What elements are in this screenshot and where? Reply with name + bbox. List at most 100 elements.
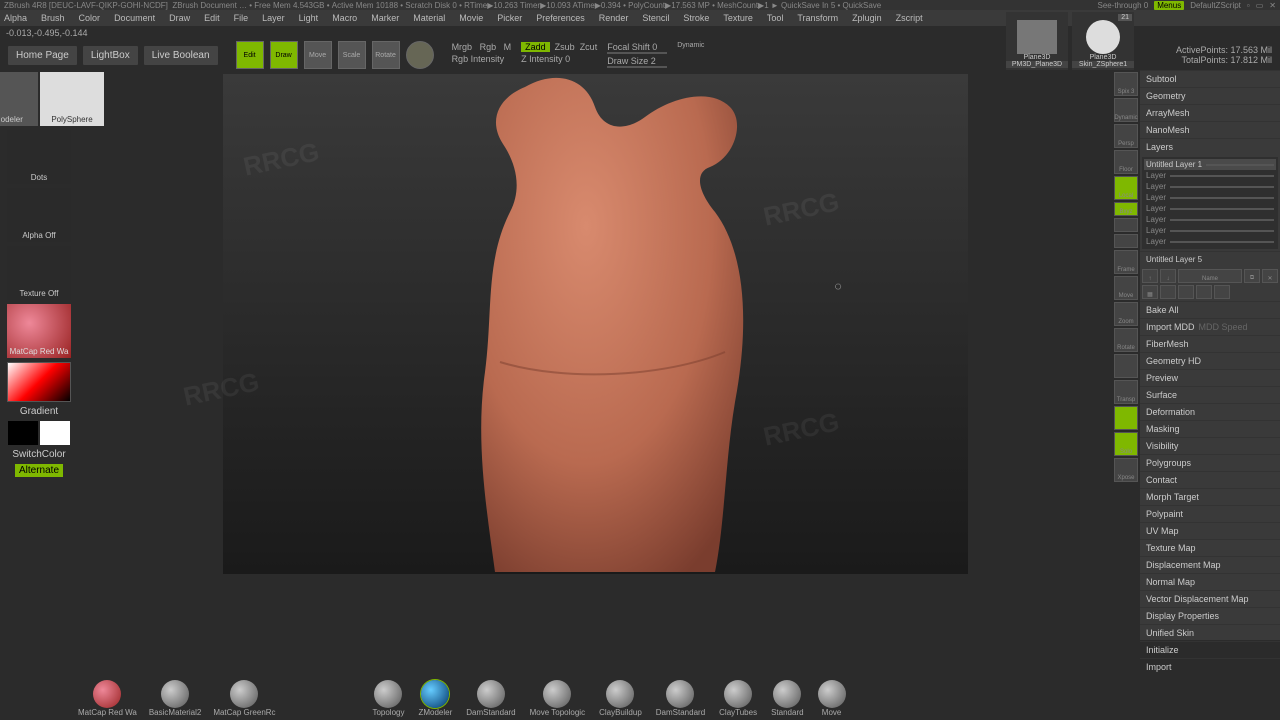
gizmo-icon[interactable] xyxy=(406,41,434,69)
fibermesh-section[interactable]: FiberMesh xyxy=(1140,335,1280,352)
import-mdd-button[interactable]: Import MDD xyxy=(1146,322,1195,332)
alpha-thumb[interactable]: Alpha Off xyxy=(7,188,71,242)
ghost-icon[interactable] xyxy=(1114,406,1138,430)
brush-damstandard2[interactable]: DamStandard xyxy=(656,680,705,717)
mrgb-button[interactable]: Mrgb xyxy=(452,42,473,52)
texture-thumb[interactable]: Texture Off xyxy=(7,246,71,300)
visibility-section[interactable]: Visibility xyxy=(1140,437,1280,454)
initialize-section[interactable]: Initialize xyxy=(1140,641,1280,658)
brush-movetopo[interactable]: Move Topologic xyxy=(530,680,585,717)
menu-light[interactable]: Light xyxy=(299,13,319,23)
stroke-thumb[interactable]: Dots xyxy=(7,130,71,184)
menu-zplugin[interactable]: Zplugin xyxy=(852,13,882,23)
arraymesh-section[interactable]: ArrayMesh xyxy=(1140,104,1280,121)
normalmap-section[interactable]: Normal Map xyxy=(1140,573,1280,590)
maximize-icon[interactable]: ▭ xyxy=(1256,1,1264,10)
focal-shift[interactable]: Focal Shift 0 xyxy=(607,42,657,52)
z-intensity[interactable]: Z Intensity 0 xyxy=(521,54,597,64)
layer-row[interactable]: Layer xyxy=(1144,170,1276,181)
menu-alpha[interactable]: Alpha xyxy=(4,13,27,23)
zadd-button[interactable]: Zadd xyxy=(521,42,550,52)
mat-basic[interactable]: BasicMaterial2 xyxy=(149,680,201,717)
spix-icon[interactable]: Spix 3 xyxy=(1114,72,1138,96)
texturemap-section[interactable]: Texture Map xyxy=(1140,539,1280,556)
axis1-icon[interactable] xyxy=(1114,218,1138,232)
tool-polysphere[interactable]: PolySphere xyxy=(40,72,104,126)
menu-draw[interactable]: Draw xyxy=(169,13,190,23)
subtool-section[interactable]: Subtool xyxy=(1140,70,1280,87)
brush-zmodeler[interactable]: ZModeler xyxy=(418,680,452,717)
mode-scale-icon[interactable]: Scale xyxy=(338,41,366,69)
menu-edit[interactable]: Edit xyxy=(204,13,220,23)
displayprops-section[interactable]: Display Properties xyxy=(1140,607,1280,624)
lightbox-button[interactable]: LightBox xyxy=(83,46,138,65)
menu-file[interactable]: File xyxy=(234,13,249,23)
minimize-icon[interactable]: ▫ xyxy=(1247,1,1250,10)
vdispmap-section[interactable]: Vector Displacement Map xyxy=(1140,590,1280,607)
swatch-secondary[interactable] xyxy=(8,421,38,445)
zsub-button[interactable]: Zsub xyxy=(555,42,575,52)
menu-document[interactable]: Document xyxy=(114,13,155,23)
bxyz-icon[interactable]: Bxyz xyxy=(1114,202,1138,216)
persp-icon[interactable]: Persp xyxy=(1114,124,1138,148)
layer-row[interactable]: Untitled Layer 1 xyxy=(1144,159,1276,170)
menu-color[interactable]: Color xyxy=(79,13,101,23)
brush-claytubes[interactable]: ClayTubes xyxy=(719,680,757,717)
mode-rotate-icon[interactable]: Rotate xyxy=(372,41,400,69)
menu-picker[interactable]: Picker xyxy=(497,13,522,23)
brush-damstandard[interactable]: DamStandard xyxy=(466,680,515,717)
menu-layer[interactable]: Layer xyxy=(262,13,285,23)
layer-row[interactable]: Layer xyxy=(1144,203,1276,214)
material-thumb[interactable]: MatCap Red Wa xyxy=(7,304,71,358)
masking-section[interactable]: Masking xyxy=(1140,420,1280,437)
floor-icon[interactable]: Floor xyxy=(1114,150,1138,174)
close-icon[interactable]: ✕ xyxy=(1269,1,1276,10)
morphtarget-section[interactable]: Morph Target xyxy=(1140,488,1280,505)
brush-move[interactable]: Move xyxy=(818,680,846,717)
layer-row[interactable]: Layer xyxy=(1144,236,1276,247)
xpose-icon[interactable]: Xpose xyxy=(1114,458,1138,482)
mat-redwax[interactable]: MatCap Red Wa xyxy=(78,680,137,717)
mode-draw-icon[interactable]: Draw xyxy=(270,41,298,69)
quicksave-button[interactable]: QuickSave xyxy=(843,1,882,10)
frame-icon[interactable]: Frame xyxy=(1114,250,1138,274)
axis2-icon[interactable] xyxy=(1114,234,1138,248)
contact-section[interactable]: Contact xyxy=(1140,471,1280,488)
menu-transform[interactable]: Transform xyxy=(797,13,838,23)
switchcolor-button[interactable]: SwitchColor xyxy=(12,449,65,460)
move-icon[interactable]: Move xyxy=(1114,276,1138,300)
preview-section[interactable]: Preview xyxy=(1140,369,1280,386)
solo-icon[interactable]: Solo xyxy=(1114,432,1138,456)
layer-row[interactable]: Layer xyxy=(1144,225,1276,236)
menu-brush[interactable]: Brush xyxy=(41,13,65,23)
subtool-thumb[interactable]: 21 Plane3D Skin_ZSphere1 xyxy=(1072,12,1134,70)
tool-zmodeler[interactable]: ZModeler xyxy=(0,72,38,126)
layer-dup-icon[interactable]: ⧉ xyxy=(1244,269,1260,283)
import-section[interactable]: Import xyxy=(1140,658,1280,675)
menu-stroke[interactable]: Stroke xyxy=(683,13,709,23)
brush-standard[interactable]: Standard xyxy=(771,680,803,717)
menu-movie[interactable]: Movie xyxy=(459,13,483,23)
layer-row[interactable]: Layer xyxy=(1144,214,1276,225)
transp-icon[interactable]: Transp xyxy=(1114,380,1138,404)
menus-toggle[interactable]: Menus xyxy=(1154,1,1184,10)
mat-green[interactable]: MatCap GreenRc xyxy=(213,680,275,717)
layer-name-button[interactable]: Name xyxy=(1178,269,1242,283)
home-button[interactable]: Home Page xyxy=(8,46,77,65)
layer-del-icon[interactable]: ✕ xyxy=(1262,269,1278,283)
layer-up-icon[interactable]: ↑ xyxy=(1142,269,1158,283)
draw-size[interactable]: Draw Size 2 xyxy=(607,56,656,66)
subtool-thumb[interactable]: Plane3D PM3D_Plane3D xyxy=(1006,12,1068,70)
rgb-intensity[interactable]: Rgb Intensity xyxy=(452,54,512,64)
menu-render[interactable]: Render xyxy=(599,13,629,23)
rgb-button[interactable]: Rgb xyxy=(480,42,497,52)
polygroups-section[interactable]: Polygroups xyxy=(1140,454,1280,471)
m-button[interactable]: M xyxy=(504,42,512,52)
mode-edit-icon[interactable]: Edit xyxy=(236,41,264,69)
zcut-button[interactable]: Zcut xyxy=(580,42,598,52)
bake-all-button[interactable]: Bake All xyxy=(1140,301,1280,318)
layer-down-icon[interactable]: ↓ xyxy=(1160,269,1176,283)
layers-section[interactable]: Layers xyxy=(1140,138,1280,155)
liveboolean-button[interactable]: Live Boolean xyxy=(144,46,218,65)
viewport[interactable]: ◌ RRCG RRCG RRCG RRCG xyxy=(78,70,1112,640)
